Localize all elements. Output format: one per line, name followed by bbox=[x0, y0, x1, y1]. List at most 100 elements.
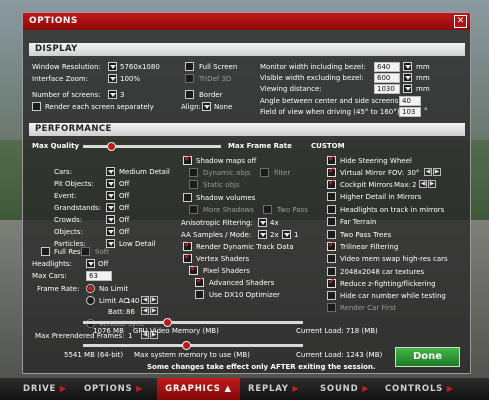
detail-row-dropdown[interactable] bbox=[106, 203, 115, 212]
max-cars-field[interactable]: 63 bbox=[86, 271, 112, 281]
pixel-shaders-checkbox[interactable] bbox=[189, 264, 198, 275]
detail-row-dropdown[interactable] bbox=[106, 179, 115, 188]
tab-options[interactable]: OPTIONS ▶ bbox=[84, 378, 143, 400]
align-label: Align: bbox=[181, 103, 201, 111]
more-shadows-checkbox[interactable] bbox=[189, 205, 198, 214]
tab-graphics[interactable]: GRAPHICS ▲ bbox=[157, 378, 240, 400]
no-limit-radio[interactable] bbox=[86, 284, 95, 293]
detail-row-dropdown[interactable] bbox=[106, 167, 115, 176]
angle-field[interactable]: 40 bbox=[399, 96, 421, 106]
chevron-icon: ▶ bbox=[446, 384, 454, 393]
monitor-width-dropdown[interactable] bbox=[403, 62, 412, 71]
vertex-shaders-checkbox[interactable] bbox=[183, 252, 192, 263]
done-button[interactable]: Done bbox=[395, 347, 460, 367]
gpu-memory-label: GPU Video Memory (MB) bbox=[133, 327, 219, 335]
aniso-dropdown[interactable] bbox=[258, 218, 267, 227]
soft-checkbox[interactable] bbox=[81, 247, 90, 256]
full-res-checkbox[interactable] bbox=[41, 247, 50, 256]
virtual-mirror-label: Virtual Mirror bbox=[340, 169, 386, 177]
virtual-mirror-fov-decrease-icon[interactable]: ◀ bbox=[424, 168, 432, 176]
interface-zoom-dropdown[interactable] bbox=[108, 74, 117, 83]
headlights-on-track-checkbox[interactable] bbox=[327, 205, 336, 214]
viewing-distance-dropdown[interactable] bbox=[403, 84, 412, 93]
hide-car-number-checkbox[interactable] bbox=[327, 291, 336, 300]
border-label: Border bbox=[199, 91, 223, 99]
textures-2048-checkbox[interactable] bbox=[327, 267, 336, 276]
fov-unit: ° bbox=[424, 107, 428, 115]
visible-width-field[interactable]: 600 bbox=[374, 73, 400, 83]
detail-row-dropdown[interactable] bbox=[106, 239, 115, 248]
two-pass-trees-checkbox[interactable] bbox=[327, 230, 336, 239]
higher-detail-mirrors-checkbox[interactable] bbox=[327, 192, 336, 201]
video-mem-swap-checkbox[interactable] bbox=[327, 254, 336, 263]
fov-field[interactable]: 103 bbox=[399, 107, 421, 117]
batt-increase-icon[interactable]: ▶ bbox=[150, 307, 158, 315]
cockpit-max-increase-icon[interactable]: ▶ bbox=[428, 180, 436, 188]
quality-slider-thumb[interactable] bbox=[106, 142, 116, 151]
tab-controls[interactable]: CONTROLS ▶ bbox=[385, 378, 454, 400]
limit-ac-value: 140 bbox=[126, 297, 140, 305]
headlights-value: Off bbox=[98, 260, 109, 268]
interface-zoom-label: Interface Zoom: bbox=[32, 75, 89, 83]
border-checkbox[interactable] bbox=[185, 90, 194, 99]
tab-sound[interactable]: SOUND ▶ bbox=[320, 378, 369, 400]
limit-ac-decrease-icon[interactable]: ◀ bbox=[141, 296, 149, 304]
quality-slider-track[interactable] bbox=[83, 145, 221, 148]
visible-width-dropdown[interactable] bbox=[403, 73, 412, 82]
render-car-first-label: Render Car First bbox=[340, 304, 397, 312]
batt-decrease-icon[interactable]: ◀ bbox=[141, 307, 149, 315]
virtual-mirror-fov-increase-icon[interactable]: ▶ bbox=[433, 168, 441, 176]
detail-row-dropdown[interactable] bbox=[106, 215, 115, 224]
close-icon[interactable]: ✕ bbox=[454, 15, 467, 28]
detail-row-dropdown[interactable] bbox=[106, 191, 115, 200]
headlights-dropdown[interactable] bbox=[86, 259, 95, 268]
limit-ac-radio[interactable] bbox=[86, 296, 95, 305]
section-display: DISPLAY bbox=[29, 43, 465, 56]
cockpit-max-decrease-icon[interactable]: ◀ bbox=[419, 180, 427, 188]
render-each-screen-checkbox[interactable] bbox=[32, 102, 41, 111]
tab-replay[interactable]: REPLAY ▶ bbox=[248, 378, 299, 400]
trideef-checkbox[interactable] bbox=[185, 74, 194, 83]
detail-row-value: Off bbox=[119, 228, 130, 236]
far-terrain-label: Far Terrain bbox=[340, 218, 377, 226]
dynamic-objs-checkbox[interactable] bbox=[189, 168, 198, 177]
gpu-memory-slider-thumb[interactable] bbox=[162, 318, 172, 327]
filter-checkbox[interactable] bbox=[260, 168, 269, 177]
shadow-volumes-checkbox[interactable] bbox=[183, 193, 192, 202]
sys-memory-slider-track[interactable] bbox=[83, 344, 303, 347]
hide-steering-wheel-checkbox[interactable] bbox=[327, 154, 336, 165]
advanced-shaders-checkbox[interactable] bbox=[195, 276, 204, 287]
two-pass-checkbox[interactable] bbox=[263, 205, 272, 214]
align-dropdown[interactable] bbox=[202, 102, 211, 111]
fov-label: Field of view when driving (45° to 160°)… bbox=[260, 108, 402, 116]
aa-mode-dropdown[interactable] bbox=[282, 230, 291, 239]
full-screen-checkbox[interactable] bbox=[185, 62, 194, 71]
custom-label: CUSTOM bbox=[311, 142, 345, 150]
monitor-width-field[interactable]: 640 bbox=[374, 62, 400, 72]
textures-2048-label: 2048x2048 car textures bbox=[340, 268, 425, 276]
section-performance: PERFORMANCE bbox=[29, 123, 465, 136]
gpu-memory-slider-track[interactable] bbox=[83, 321, 303, 324]
window-resolution-dropdown[interactable] bbox=[108, 62, 117, 71]
shadow-maps-off-checkbox[interactable] bbox=[183, 154, 192, 165]
far-terrain-checkbox[interactable] bbox=[327, 217, 336, 226]
detail-row-dropdown[interactable] bbox=[106, 227, 115, 236]
shadow-volumes-label: Shadow volumes bbox=[196, 194, 256, 202]
footer-note: Some changes take effect only AFTER exit… bbox=[147, 363, 376, 371]
trilinear-checkbox[interactable] bbox=[327, 240, 336, 251]
aa-samples-dropdown[interactable] bbox=[258, 230, 267, 239]
max-cars-label: Max Cars: bbox=[32, 272, 67, 280]
tab-drive[interactable]: DRIVE ▶ bbox=[23, 378, 67, 400]
viewing-distance-field[interactable]: 1030 bbox=[374, 84, 400, 94]
render-car-first-checkbox[interactable] bbox=[327, 303, 336, 312]
limit-ac-increase-icon[interactable]: ▶ bbox=[150, 296, 158, 304]
use-dx10-checkbox[interactable] bbox=[195, 290, 204, 299]
reduce-zfighting-checkbox[interactable] bbox=[327, 277, 336, 288]
render-dynamic-track-checkbox[interactable] bbox=[183, 240, 192, 251]
cockpit-mirrors-checkbox[interactable] bbox=[327, 178, 336, 189]
sys-memory-slider-thumb[interactable] bbox=[182, 341, 192, 350]
virtual-mirror-checkbox[interactable] bbox=[327, 166, 336, 177]
number-of-screens-dropdown[interactable] bbox=[108, 90, 117, 99]
align-value: None bbox=[214, 103, 233, 111]
static-objs-checkbox[interactable] bbox=[189, 180, 198, 189]
